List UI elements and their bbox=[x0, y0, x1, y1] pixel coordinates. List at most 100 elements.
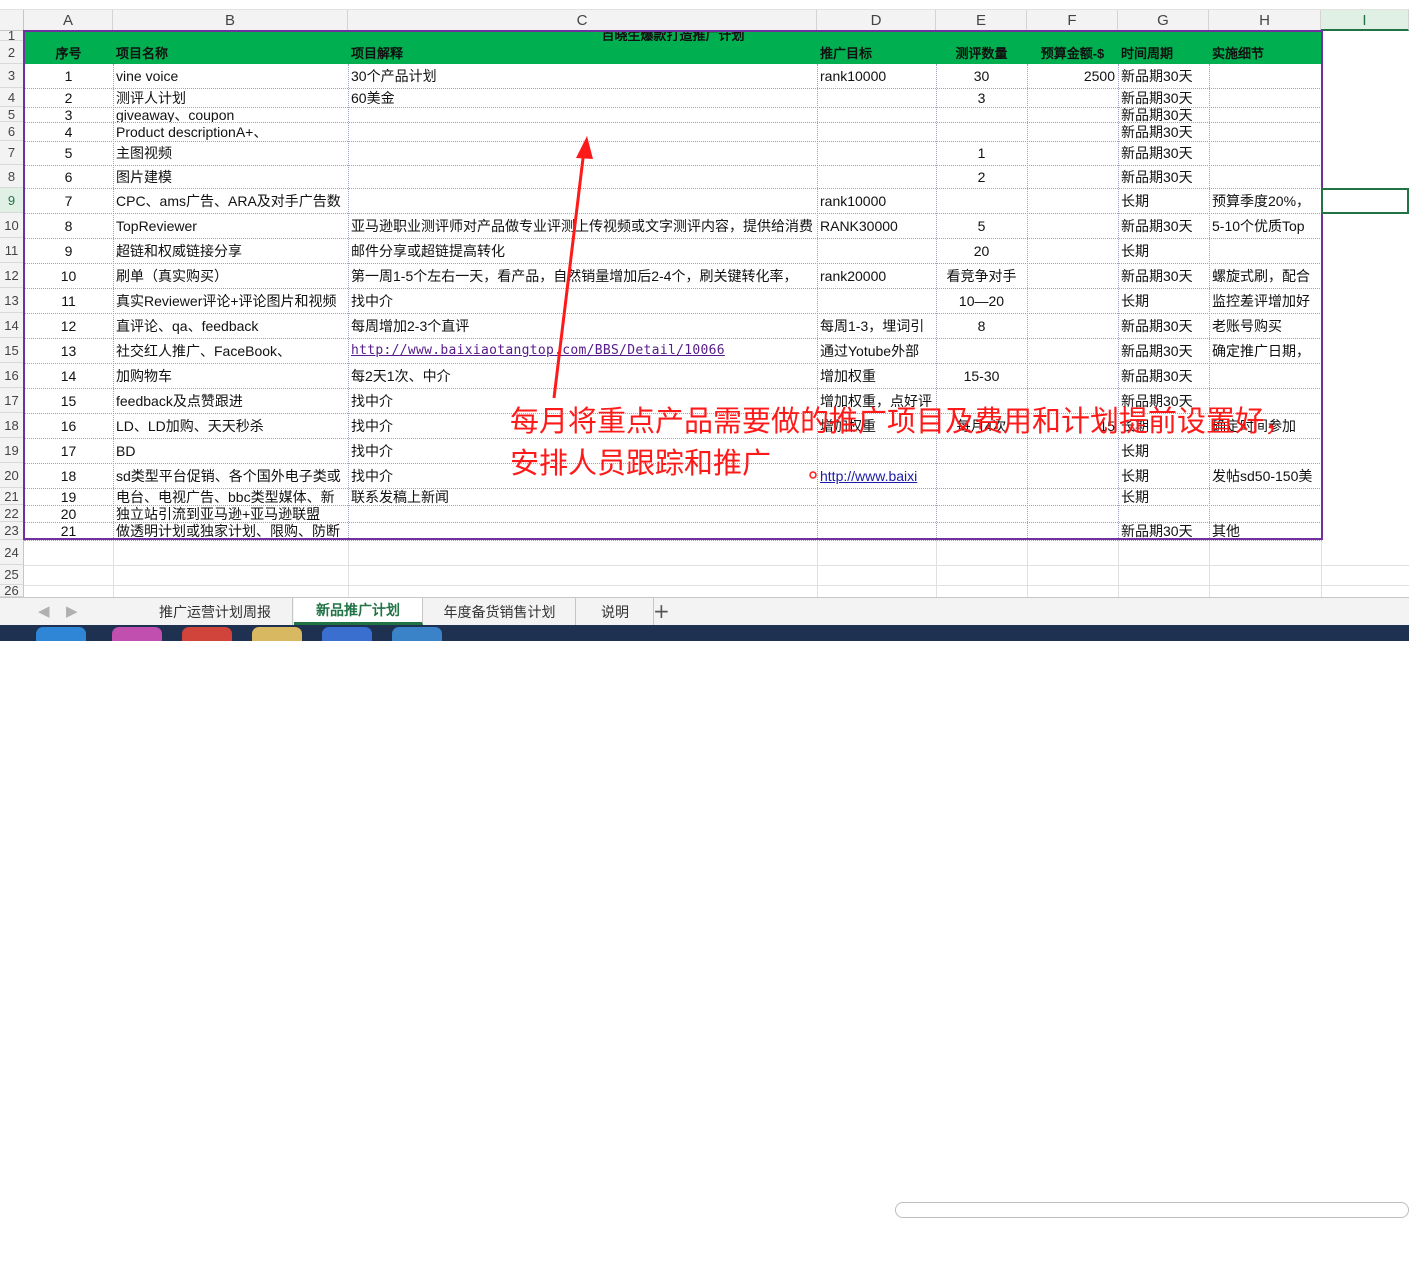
table-cell-a-row17[interactable]: 15 bbox=[24, 388, 113, 413]
table-cell-b-row6[interactable]: Product descriptionA+、 bbox=[113, 122, 348, 141]
column-header-e[interactable]: E bbox=[936, 10, 1027, 31]
table-cell-e-row12[interactable]: 看竞争对手 bbox=[936, 263, 1027, 288]
table-cell-h-row12[interactable]: 螺旋式刷，配合 bbox=[1209, 263, 1321, 288]
table-cell-g-row16[interactable]: 新品期30天 bbox=[1118, 363, 1209, 388]
header-cell-implementation[interactable]: 实施细节 bbox=[1209, 41, 1321, 64]
table-cell-a-row7[interactable]: 5 bbox=[24, 141, 113, 165]
row-header-14[interactable]: 14 bbox=[0, 313, 24, 338]
table-cell-d-row9[interactable]: rank10000 bbox=[817, 188, 936, 213]
column-header-a[interactable]: A bbox=[24, 10, 113, 31]
table-cell-a-row4[interactable]: 2 bbox=[24, 88, 113, 107]
table-cell-a-row3[interactable]: 1 bbox=[24, 64, 113, 88]
sheet-tab-4[interactable]: 说明 bbox=[577, 598, 654, 625]
table-cell-b-row17[interactable]: feedback及点赞跟进 bbox=[113, 388, 348, 413]
table-cell-h-row20[interactable]: 发帖sd50-150美 bbox=[1209, 463, 1321, 488]
table-cell-d-row16[interactable]: 增加权重 bbox=[817, 363, 936, 388]
column-header-g[interactable]: G bbox=[1118, 10, 1209, 31]
row-header-19[interactable]: 19 bbox=[0, 438, 24, 463]
sheet-tab-3[interactable]: 年度备货销售计划 bbox=[424, 598, 576, 625]
table-cell-h-row23[interactable]: 其他 bbox=[1209, 522, 1321, 540]
table-cell-c-row4[interactable]: 60美金 bbox=[348, 88, 817, 107]
table-cell-a-row23[interactable]: 21 bbox=[24, 522, 113, 540]
table-cell-a-row5[interactable]: 3 bbox=[24, 107, 113, 122]
row-header-6[interactable]: 6 bbox=[0, 122, 24, 141]
row-header-3[interactable]: 3 bbox=[0, 64, 24, 88]
row-header-24[interactable]: 24 bbox=[0, 540, 24, 565]
header-cell-review-count[interactable]: 测评数量 bbox=[936, 41, 1027, 64]
table-cell-b-row23[interactable]: 做透明计划或独家计划、限购、防断 bbox=[113, 522, 348, 540]
table-cell-a-row21[interactable]: 19 bbox=[24, 488, 113, 505]
row-header-7[interactable]: 7 bbox=[0, 141, 24, 165]
prev-sheet-icon[interactable]: ◀ bbox=[38, 602, 50, 620]
table-cell-b-row15[interactable]: 社交红人推广、FaceBook、 bbox=[113, 338, 348, 363]
table-cell-d-row15[interactable]: 通过Yotube外部 bbox=[817, 338, 936, 363]
row-header-9[interactable]: 9 bbox=[0, 188, 24, 213]
table-cell-a-row20[interactable]: 18 bbox=[24, 463, 113, 488]
table-cell-b-row4[interactable]: 测评人计划 bbox=[113, 88, 348, 107]
table-cell-a-row8[interactable]: 6 bbox=[24, 165, 113, 188]
column-header-h[interactable]: H bbox=[1209, 10, 1321, 31]
table-cell-h-row10[interactable]: 5-10个优质Top bbox=[1209, 213, 1321, 238]
row-header-17[interactable]: 17 bbox=[0, 388, 24, 413]
table-cell-a-row6[interactable]: 4 bbox=[24, 122, 113, 141]
row-header-16[interactable]: 16 bbox=[0, 363, 24, 388]
row-header-5[interactable]: 5 bbox=[0, 107, 24, 122]
table-cell-g-row15[interactable]: 新品期30天 bbox=[1118, 338, 1209, 363]
table-cell-b-row7[interactable]: 主图视频 bbox=[113, 141, 348, 165]
app-icon[interactable] bbox=[322, 627, 372, 641]
table-cell-g-row7[interactable]: 新品期30天 bbox=[1118, 141, 1209, 165]
table-cell-e-row10[interactable]: 5 bbox=[936, 213, 1027, 238]
table-cell-h-row9[interactable]: 预算季度20%， bbox=[1209, 188, 1321, 213]
table-cell-b-row18[interactable]: LD、LD加购、天天秒杀 bbox=[113, 413, 348, 438]
table-cell-e-row4[interactable]: 3 bbox=[936, 88, 1027, 107]
header-cell-project-explanation[interactable]: 项目解释 bbox=[348, 41, 817, 64]
table-cell-g-row4[interactable]: 新品期30天 bbox=[1118, 88, 1209, 107]
header-cell-time-period[interactable]: 时间周期 bbox=[1118, 41, 1209, 64]
header-cell-budget[interactable]: 预算金额-$ bbox=[1027, 41, 1118, 64]
table-cell-f-row3[interactable]: 2500 bbox=[1027, 64, 1118, 88]
row-header-2[interactable]: 2 bbox=[0, 41, 24, 64]
table-cell-a-row19[interactable]: 17 bbox=[24, 438, 113, 463]
table-cell-a-row11[interactable]: 9 bbox=[24, 238, 113, 263]
table-cell-a-row18[interactable]: 16 bbox=[24, 413, 113, 438]
browser-icon[interactable] bbox=[36, 627, 86, 641]
table-title[interactable]: 百晓生爆款打造推广计划 bbox=[24, 31, 1322, 41]
table-cell-b-row3[interactable]: vine voice bbox=[113, 64, 348, 88]
sheet-tab-1[interactable]: 推广运营计划周报 bbox=[138, 598, 293, 625]
table-cell-e-row14[interactable]: 8 bbox=[936, 313, 1027, 338]
row-header-12[interactable]: 12 bbox=[0, 263, 24, 288]
header-cell-no[interactable]: 序号 bbox=[24, 41, 113, 64]
row-header-22[interactable]: 22 bbox=[0, 505, 24, 522]
row-header-13[interactable]: 13 bbox=[0, 288, 24, 313]
row-header-4[interactable]: 4 bbox=[0, 88, 24, 107]
table-cell-e-row8[interactable]: 2 bbox=[936, 165, 1027, 188]
table-cell-g-row23[interactable]: 新品期30天 bbox=[1118, 522, 1209, 540]
header-cell-promotion-goal[interactable]: 推广目标 bbox=[817, 41, 936, 64]
table-cell-b-row9[interactable]: CPC、ams广告、ARA及对手广告数 bbox=[113, 188, 348, 213]
app-icon[interactable] bbox=[182, 627, 232, 641]
table-cell-e-row7[interactable]: 1 bbox=[936, 141, 1027, 165]
table-cell-b-row19[interactable]: BD bbox=[113, 438, 348, 463]
table-cell-g-row19[interactable]: 长期 bbox=[1118, 438, 1209, 463]
table-cell-b-row22[interactable]: 独立站引流到亚马逊+亚马逊联盟 bbox=[113, 505, 348, 522]
table-cell-d-row3[interactable]: rank10000 bbox=[817, 64, 936, 88]
table-cell-b-row14[interactable]: 直评论、qa、feedback bbox=[113, 313, 348, 338]
table-cell-g-row21[interactable]: 长期 bbox=[1118, 488, 1209, 505]
table-cell-e-row3[interactable]: 30 bbox=[936, 64, 1027, 88]
table-cell-d-row20[interactable]: http://www.baixi bbox=[817, 463, 936, 488]
folder-icon[interactable] bbox=[252, 627, 302, 641]
table-cell-g-row3[interactable]: 新品期30天 bbox=[1118, 64, 1209, 88]
table-cell-a-row13[interactable]: 11 bbox=[24, 288, 113, 313]
row-header-1[interactable]: 1 bbox=[0, 28, 24, 43]
table-cell-g-row6[interactable]: 新品期30天 bbox=[1118, 122, 1209, 141]
table-cell-a-row16[interactable]: 14 bbox=[24, 363, 113, 388]
table-cell-h-row15[interactable]: 确定推广日期， bbox=[1209, 338, 1321, 363]
column-header-f[interactable]: F bbox=[1027, 10, 1118, 31]
table-cell-b-row11[interactable]: 超链和权威链接分享 bbox=[113, 238, 348, 263]
table-cell-a-row15[interactable]: 13 bbox=[24, 338, 113, 363]
table-cell-b-row10[interactable]: TopReviewer bbox=[113, 213, 348, 238]
row-header-23[interactable]: 23 bbox=[0, 522, 24, 540]
table-cell-a-row10[interactable]: 8 bbox=[24, 213, 113, 238]
table-cell-b-row16[interactable]: 加购物车 bbox=[113, 363, 348, 388]
column-header-b[interactable]: B bbox=[113, 10, 348, 31]
